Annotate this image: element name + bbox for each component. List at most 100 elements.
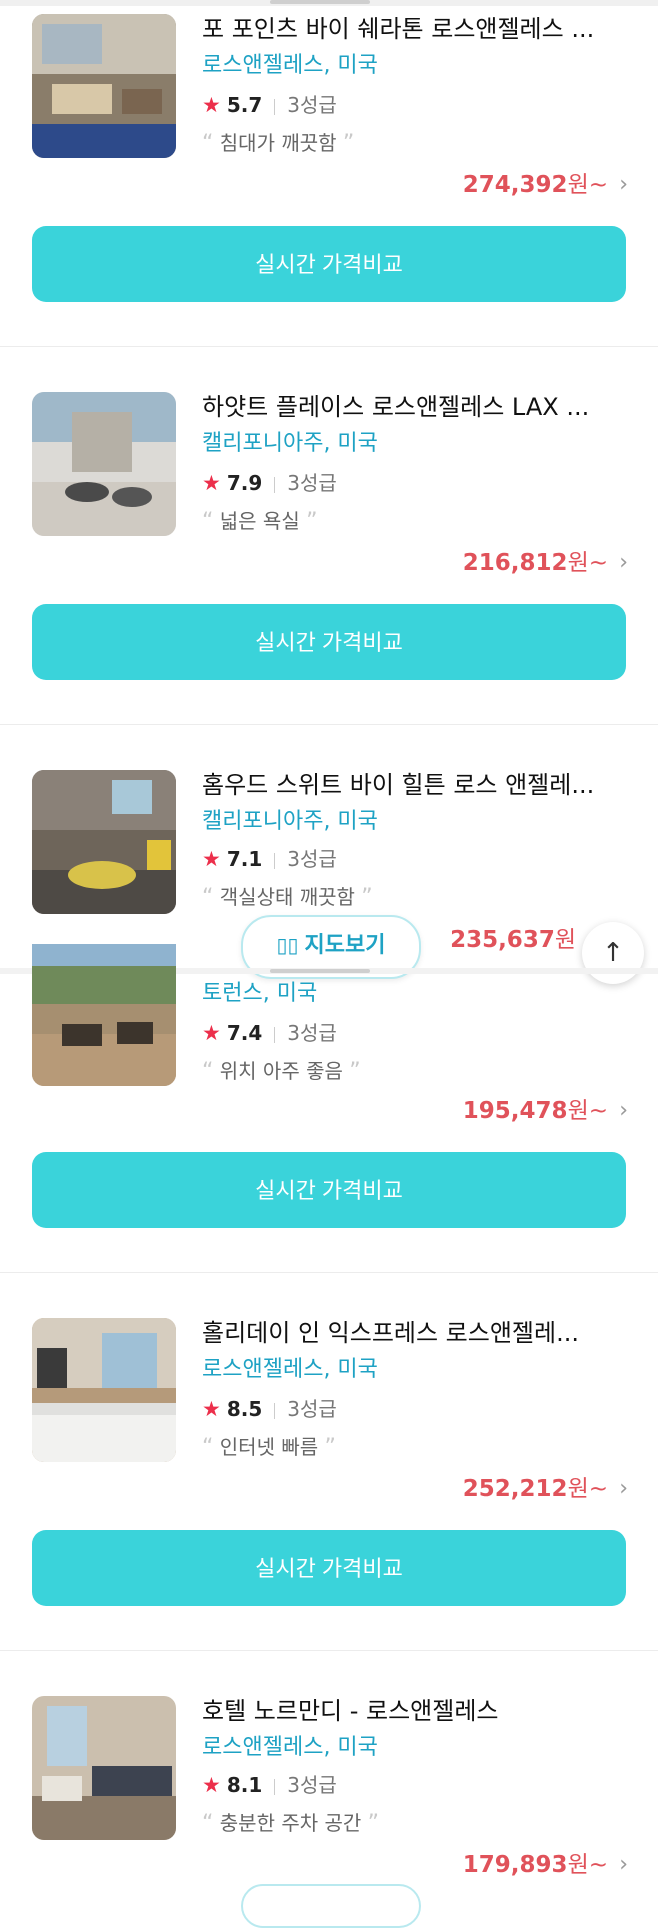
card-divider	[0, 1650, 658, 1651]
star-icon: ★	[202, 471, 221, 495]
review-text: 객실상태 깨끗함	[219, 885, 355, 909]
price-amount: 195,478	[462, 1098, 568, 1124]
review-snippet: “ 충분한 주차 공간 ”	[202, 1810, 379, 1837]
card-divider	[0, 346, 658, 347]
price-suffix: 원~	[567, 550, 608, 576]
chevron-right-icon[interactable]: ›	[619, 1850, 628, 1880]
star-icon: ★	[202, 93, 221, 117]
chevron-right-icon[interactable]: ›	[619, 548, 628, 578]
top-drag-bar	[0, 0, 658, 6]
chevron-right-icon[interactable]: ›	[619, 170, 628, 200]
compare-price-button[interactable]: 실시간 가격비교	[32, 226, 626, 302]
hotel-thumbnail[interactable]	[32, 944, 176, 1086]
star-icon: ★	[202, 847, 221, 871]
review-snippet: “ 침대가 깨끗함 ”	[202, 130, 354, 157]
divider	[274, 1402, 276, 1419]
rating-score: 7.4	[226, 1021, 263, 1045]
compare-price-button[interactable]: 실시간 가격비교	[32, 1530, 626, 1606]
hotel-price[interactable]: 179,893원~	[463, 1850, 608, 1880]
hotel-grade: 3성급	[287, 93, 337, 117]
price-amount: 252,212	[462, 1476, 568, 1502]
compare-price-button[interactable]: 실시간 가격비교	[32, 1152, 626, 1228]
rating-score: 8.1	[226, 1773, 263, 1797]
hotel-grade: 3성급	[287, 1773, 337, 1797]
quote-close-icon: ”	[342, 131, 355, 156]
divider	[274, 852, 276, 869]
quote-close-icon: ”	[324, 1435, 336, 1460]
map-view-label: 지도보기	[304, 933, 386, 958]
hotel-location: 캘리포니아주, 미국	[202, 809, 378, 834]
divider	[274, 476, 276, 493]
quote-open-icon: “	[202, 1059, 214, 1084]
price-amount: 179,893	[462, 1852, 568, 1878]
quote-open-icon: “	[202, 1435, 214, 1460]
hotel-rating: ★ 8.1 3성급	[202, 1772, 337, 1798]
price-suffix: 원~	[567, 1852, 608, 1878]
price-suffix: 원~	[567, 172, 608, 198]
review-snippet: “ 위치 아주 좋음 ”	[202, 1058, 361, 1085]
price-amount: 216,812	[462, 550, 568, 576]
hotel-thumbnail[interactable]	[32, 392, 176, 536]
star-icon: ★	[202, 1021, 221, 1045]
chevron-right-icon[interactable]: ›	[619, 1096, 628, 1126]
review-text: 충분한 주차 공간	[219, 1811, 362, 1835]
hotel-name[interactable]: 하얏트 플레이스 로스앤젤레스 LAX ...	[202, 392, 622, 422]
hotel-rating: ★ 5.7 3성급	[202, 92, 337, 118]
review-snippet: “ 객실상태 깨끗함 ”	[202, 884, 373, 911]
map-view-button-partial[interactable]	[241, 1884, 421, 1928]
divider	[274, 98, 276, 115]
quote-close-icon: ”	[361, 885, 373, 910]
card-divider	[0, 724, 658, 725]
hotel-location: 토런스, 미국	[202, 981, 318, 1006]
hotel-price[interactable]: 235,637원	[450, 925, 576, 955]
hotel-location: 로스앤젤레스, 미국	[202, 53, 378, 78]
price-amount: 274,392	[462, 172, 568, 198]
hotel-grade: 3성급	[287, 1021, 337, 1045]
rating-score: 5.7	[226, 93, 263, 117]
hotel-name[interactable]: 홀리데이 인 익스프레스 로스앤젤레...	[202, 1318, 622, 1348]
chevron-right-icon[interactable]: ›	[619, 1474, 628, 1504]
quote-close-icon: ”	[367, 1811, 380, 1836]
scroll-to-top-button[interactable]: ↑	[582, 922, 644, 984]
quote-open-icon: “	[202, 509, 214, 534]
hotel-name[interactable]: 포 포인츠 바이 쉐라톤 로스앤젤레스 ...	[202, 14, 622, 44]
hotel-thumbnail[interactable]	[32, 1318, 176, 1462]
quote-open-icon: “	[202, 885, 214, 910]
hotel-price[interactable]: 274,392원~	[463, 170, 608, 200]
hotel-location: 캘리포니아주, 미국	[202, 431, 378, 456]
hotel-thumbnail[interactable]	[32, 14, 176, 158]
hotel-location: 로스앤젤레스, 미국	[202, 1357, 378, 1382]
rating-score: 8.5	[226, 1397, 263, 1421]
hotel-rating: ★ 7.1 3성급	[202, 846, 337, 872]
hotel-thumbnail[interactable]	[32, 770, 176, 914]
price-suffix: 원~	[567, 1476, 608, 1502]
review-snippet: “ 넓은 욕실 ”	[202, 508, 318, 535]
card-divider	[0, 1272, 658, 1273]
hotel-name[interactable]: 홈우드 스위트 바이 힐튼 로스 앤젤레...	[202, 770, 622, 800]
hotel-price[interactable]: 216,812원~	[463, 548, 608, 578]
hotel-grade: 3성급	[287, 847, 337, 871]
star-icon: ★	[202, 1397, 221, 1421]
compare-price-button[interactable]: 실시간 가격비교	[32, 604, 626, 680]
divider	[274, 1778, 276, 1795]
hotel-price[interactable]: 195,478원~	[463, 1096, 608, 1126]
rating-score: 7.9	[226, 471, 263, 495]
drag-handle	[270, 969, 370, 973]
hotel-name[interactable]: 호텔 노르만디 - 로스앤젤레스	[202, 1696, 622, 1726]
divider	[274, 1026, 276, 1043]
star-icon: ★	[202, 1773, 221, 1797]
arrow-up-icon: ↑	[602, 938, 624, 968]
hotel-rating: ★ 7.9 3성급	[202, 470, 337, 496]
review-text: 인터넷 빠름	[219, 1435, 319, 1459]
quote-close-icon: ”	[349, 1059, 361, 1084]
quote-open-icon: “	[202, 131, 214, 156]
hotel-rating: ★ 8.5 3성급	[202, 1396, 337, 1422]
quote-close-icon: ”	[306, 509, 318, 534]
review-text: 침대가 깨끗함	[219, 131, 337, 155]
hotel-price[interactable]: 252,212원~	[463, 1474, 608, 1504]
hotel-thumbnail[interactable]	[32, 1696, 176, 1840]
map-icon: ▯▯	[276, 933, 299, 957]
hotel-rating: ★ 7.4 3성급	[202, 1020, 337, 1046]
rating-score: 7.1	[226, 847, 263, 871]
drag-handle[interactable]	[270, 0, 370, 4]
